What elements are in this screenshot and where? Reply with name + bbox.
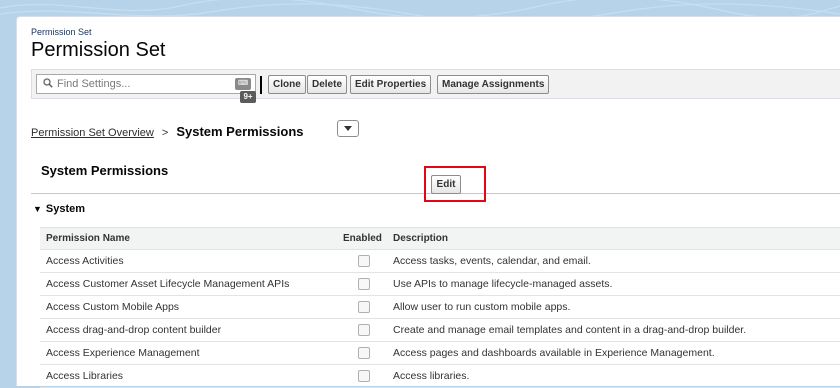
permission-name: Access Custom Mobile Apps — [40, 295, 341, 319]
clone-button[interactable]: Clone — [268, 75, 306, 94]
search-input[interactable]: Find Settings... ⌨ — [36, 74, 256, 94]
table-row: Access Experience Management Access page… — [40, 341, 840, 365]
column-header-description: Description — [387, 227, 840, 250]
enabled-cell — [341, 364, 387, 388]
column-header-enabled: Enabled — [341, 227, 387, 250]
permission-description: Use APIs to manage lifecycle-managed ass… — [387, 272, 840, 296]
chevron-down-icon — [344, 126, 352, 131]
permission-name: Access drag-and-drop content builder — [40, 318, 341, 342]
enabled-cell — [341, 249, 387, 273]
permission-name: Access Customer Asset Lifecycle Manageme… — [40, 272, 341, 296]
table-header-row: Permission Name Enabled Description — [40, 227, 840, 250]
search-placeholder: Find Settings... — [57, 78, 131, 90]
breadcrumb-current: System Permissions — [176, 124, 304, 139]
toolbar: Find Settings... ⌨ 9+ Clone Delete Edit … — [31, 69, 840, 103]
search-icon — [43, 78, 53, 88]
table-row: Access Customer Asset Lifecycle Manageme… — [40, 272, 840, 296]
table-row: Access drag-and-drop content builder Cre… — [40, 318, 840, 342]
permissions-table: Permission Name Enabled Description Acce… — [40, 227, 840, 388]
breadcrumb: Permission Set Overview > System Permissio… — [31, 124, 304, 139]
main-panel: Permission Set Permission Set Find Setti… — [16, 16, 840, 388]
table-row: Access Activities Access tasks, events, … — [40, 249, 840, 273]
enabled-checkbox[interactable] — [358, 301, 370, 313]
enabled-checkbox[interactable] — [358, 347, 370, 359]
enabled-cell — [341, 295, 387, 319]
page-title: Permission Set — [31, 39, 166, 61]
table-row: Access Libraries Access libraries. — [40, 364, 840, 388]
collapse-triangle-icon: ▼ — [33, 204, 42, 214]
permission-description: Create and manage email templates and co… — [387, 318, 840, 342]
breadcrumb-separator: > — [161, 127, 169, 139]
enabled-checkbox[interactable] — [358, 370, 370, 382]
enabled-cell — [341, 318, 387, 342]
text-cursor — [260, 76, 262, 94]
keyboard-icon: ⌨ — [235, 78, 251, 90]
notification-badge: 9+ — [240, 91, 256, 103]
column-header-permission-name: Permission Name — [40, 227, 341, 250]
system-group-header[interactable]: ▼ System — [33, 203, 85, 215]
section-title: System Permissions — [41, 163, 169, 178]
table-row: Access Custom Mobile Apps Allow user to … — [40, 295, 840, 319]
section-dropdown-button[interactable] — [337, 120, 359, 137]
system-group-label: System — [45, 203, 86, 215]
permission-name: Access Activities — [40, 249, 341, 273]
breadcrumb-link-overview[interactable]: Permission Set Overview — [31, 127, 154, 139]
enabled-checkbox[interactable] — [358, 324, 370, 336]
permission-name: Access Experience Management — [40, 341, 341, 365]
permission-name: Access Libraries — [40, 364, 341, 388]
enabled-cell — [341, 272, 387, 296]
enabled-cell — [341, 341, 387, 365]
edit-button[interactable]: Edit — [431, 175, 461, 194]
enabled-checkbox[interactable] — [358, 255, 370, 267]
permission-description: Access libraries. — [387, 364, 840, 388]
permission-description: Access pages and dashboards available in… — [387, 341, 840, 365]
object-type-label: Permission Set — [31, 27, 92, 37]
edit-properties-button[interactable]: Edit Properties — [350, 75, 432, 94]
delete-button[interactable]: Delete — [307, 75, 348, 94]
permission-description: Allow user to run custom mobile apps. — [387, 295, 840, 319]
manage-assignments-button[interactable]: Manage Assignments — [437, 75, 550, 94]
enabled-checkbox[interactable] — [358, 278, 370, 290]
permission-description: Access tasks, events, calendar, and emai… — [387, 249, 840, 273]
